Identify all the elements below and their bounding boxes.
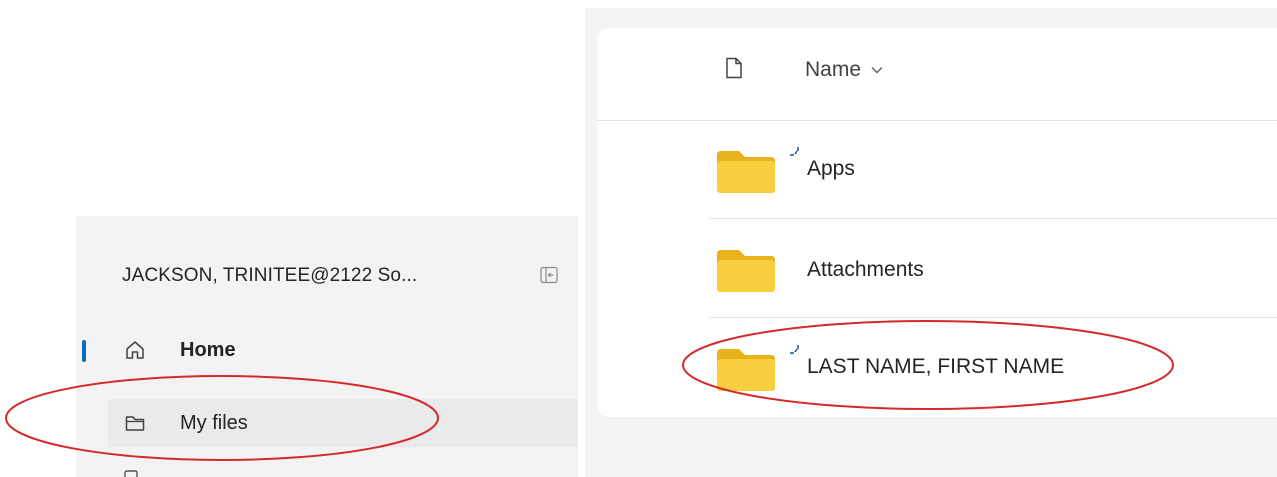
file-row-last-first[interactable]: LAST NAME, FIRST NAME (709, 318, 1277, 415)
account-header: JACKSON, TRINITEE@2122 So... (122, 264, 417, 288)
file-row-attachments[interactable]: Attachments (709, 220, 1277, 318)
selected-indicator (82, 340, 86, 362)
partial-nav-icon (124, 470, 138, 477)
home-icon (126, 341, 144, 359)
nav-home-label: Home (180, 338, 236, 361)
file-name-last-first: LAST NAME, FIRST NAME (807, 355, 1065, 378)
name-column-header[interactable]: Name (805, 58, 883, 82)
account-name: JACKSON, TRINITEE@2122 So... (122, 265, 418, 286)
folder-icon (717, 250, 775, 292)
nav-home[interactable]: Home (108, 326, 578, 374)
name-column-label: Name (805, 58, 862, 81)
file-name-attachments: Attachments (807, 258, 924, 281)
file-list-header: Name (597, 28, 1277, 121)
file-list: Name Apps Attachments LAST NAME, FIRST N… (597, 28, 1277, 417)
folder-icon (717, 151, 775, 193)
chevron-down-icon (871, 67, 883, 74)
file-row-apps[interactable]: Apps (709, 121, 1277, 219)
nav-my-files[interactable]: My files (108, 399, 578, 447)
sidebar: JACKSON, TRINITEE@2122 So... Home My fil… (76, 216, 578, 477)
file-name-apps: Apps (807, 157, 855, 180)
folder-icon (125, 416, 145, 431)
sync-icon (790, 147, 799, 156)
file-type-icon[interactable] (725, 57, 743, 79)
collapse-pane-icon[interactable] (540, 266, 558, 284)
sync-icon (790, 345, 799, 354)
nav-my-files-label: My files (180, 411, 248, 434)
folder-icon (717, 349, 775, 391)
